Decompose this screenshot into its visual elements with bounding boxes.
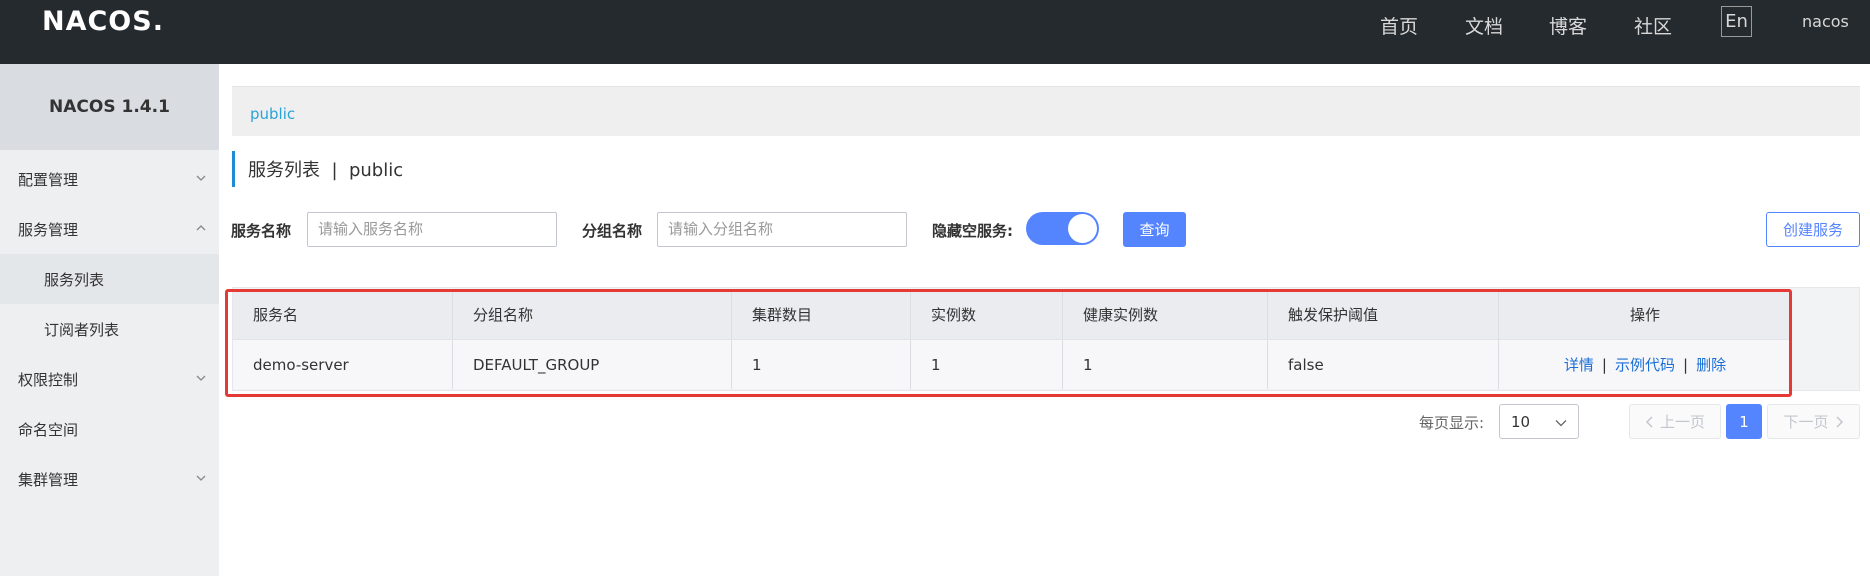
breadcrumb-namespace-public[interactable]: public xyxy=(250,105,295,123)
toggle-knob xyxy=(1068,214,1097,243)
cell-service-name: demo-server xyxy=(233,340,453,389)
chevron-down-icon xyxy=(196,375,206,381)
nav-home[interactable]: 首页 xyxy=(1380,12,1418,39)
sidebar-item-label: 配置管理 xyxy=(18,170,79,189)
sidebar-item-label: 权限控制 xyxy=(18,370,79,389)
language-switch-button[interactable]: En xyxy=(1721,6,1752,37)
service-name-label: 服务名称 xyxy=(231,222,292,240)
user-name[interactable]: nacos xyxy=(1802,12,1849,31)
table-row: demo-server DEFAULT_GROUP 1 1 1 false 详情… xyxy=(233,339,1791,389)
sidebar-item-label: 服务列表 xyxy=(44,270,105,289)
hide-empty-services-toggle[interactable] xyxy=(1026,212,1099,245)
chevron-right-icon xyxy=(1835,415,1843,428)
create-service-button[interactable]: 创建服务 xyxy=(1766,212,1860,247)
cell-group-name: DEFAULT_GROUP xyxy=(453,340,732,389)
page-title-container: 服务列表 | public xyxy=(232,151,403,187)
cell-healthy-instance-count: 1 xyxy=(1063,340,1268,389)
page-1-button[interactable]: 1 xyxy=(1726,404,1762,439)
page-size-value: 10 xyxy=(1511,413,1531,431)
top-navbar: NACOS. 首页 文档 博客 社区 En nacos xyxy=(0,0,1870,64)
logo-text: NACOS xyxy=(42,5,153,37)
nacos-logo[interactable]: NACOS. xyxy=(42,5,163,37)
sidebar-item-access-control[interactable]: 权限控制 xyxy=(0,354,219,404)
sidebar-item-subscriber-list[interactable]: 订阅者列表 xyxy=(0,304,219,354)
cell-protect-threshold: false xyxy=(1268,340,1499,389)
sidebar: NACOS 1.4.1 配置管理 服务管理 服务列表 订阅者列表 权限控制 命名… xyxy=(0,64,219,576)
version-label: NACOS 1.4.1 xyxy=(0,64,219,150)
sidebar-item-label: 集群管理 xyxy=(18,470,79,489)
prev-page-button[interactable]: 上一页 xyxy=(1629,404,1721,439)
chevron-down-icon xyxy=(1555,420,1567,427)
column-header-actions: 操作 xyxy=(1629,306,1660,324)
nav-docs[interactable]: 文档 xyxy=(1465,12,1503,39)
sidebar-item-label: 命名空间 xyxy=(18,420,79,439)
sidebar-item-label: 服务管理 xyxy=(18,220,79,239)
sample-code-link[interactable]: 示例代码 xyxy=(1615,354,1675,375)
table-header: 服务名 分组名称 集群数目 实例数 健康实例数 触发保护阈值 操作 xyxy=(233,290,1791,339)
page-title: 服务列表 | public xyxy=(248,160,404,181)
cell-cluster-count: 1 xyxy=(732,340,911,389)
sidebar-item-service-list[interactable]: 服务列表 xyxy=(0,254,219,304)
delete-link[interactable]: 删除 xyxy=(1696,354,1726,375)
column-header-service-name: 服务名 xyxy=(233,290,453,339)
sidebar-item-config-management[interactable]: 配置管理 xyxy=(0,154,219,204)
query-button[interactable]: 查询 xyxy=(1123,212,1186,247)
group-name-label: 分组名称 xyxy=(582,222,643,240)
nav-blog[interactable]: 博客 xyxy=(1549,12,1587,39)
chevron-left-icon xyxy=(1645,415,1653,428)
page-size-select[interactable]: 10 xyxy=(1499,404,1579,439)
column-header-healthy-instance-count: 健康实例数 xyxy=(1063,290,1268,339)
chevron-up-icon xyxy=(196,225,206,231)
hide-empty-services-label: 隐藏空服务: xyxy=(932,222,1013,240)
sidebar-item-cluster-management[interactable]: 集群管理 xyxy=(0,454,219,504)
chevron-down-icon xyxy=(196,475,206,481)
sidebar-item-service-management[interactable]: 服务管理 xyxy=(0,204,219,254)
chevron-down-icon xyxy=(196,175,206,181)
column-header-protect-threshold: 触发保护阈值 xyxy=(1268,290,1499,339)
detail-link[interactable]: 详情 xyxy=(1564,354,1594,375)
column-header-instance-count: 实例数 xyxy=(911,290,1063,339)
nav-community[interactable]: 社区 xyxy=(1634,12,1672,39)
column-header-cluster-count: 集群数目 xyxy=(732,290,911,339)
breadcrumb: public xyxy=(232,86,1860,136)
page-size-label: 每页显示: xyxy=(1419,414,1485,432)
sidebar-item-label: 订阅者列表 xyxy=(44,320,120,339)
cell-instance-count: 1 xyxy=(911,340,1063,389)
next-page-button[interactable]: 下一页 xyxy=(1767,404,1860,439)
column-header-group-name: 分组名称 xyxy=(453,290,732,339)
group-name-input[interactable] xyxy=(657,212,907,247)
sidebar-item-namespace[interactable]: 命名空间 xyxy=(0,404,219,454)
service-name-input[interactable] xyxy=(307,212,557,247)
cell-actions: 详情 | 示例代码 | 删除 xyxy=(1563,354,1727,375)
